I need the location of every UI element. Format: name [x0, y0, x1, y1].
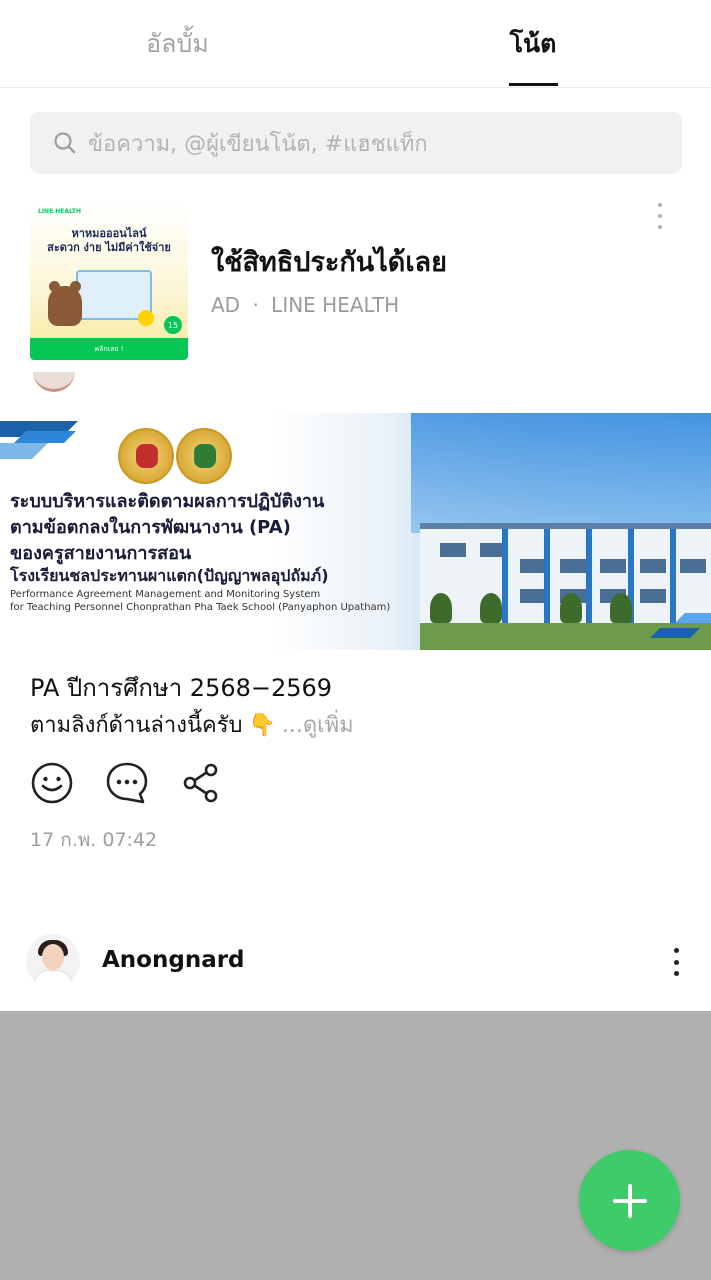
active-tab-indicator [509, 83, 558, 86]
ad-meta: AD · LINE HEALTH [211, 293, 399, 317]
ad-thumb-brand: LINE HEALTH [38, 208, 81, 215]
banner-title-line-2: ตามข้อตกลงในการพัฒนางาน (PA) [10, 517, 291, 538]
school-emblem-icon [176, 428, 232, 484]
post-text-line-2: ตามลิงก์ด้านล่างนี้ครับ 👇 ...ดูเพิ่ม [30, 707, 354, 742]
ad-thumbnail[interactable]: LINE HEALTH หาหมอออนไลน์ สะดวก ง่าย ไม่ม… [30, 202, 188, 360]
smiley-icon [31, 762, 73, 804]
decor-stripe [14, 431, 76, 443]
pointing-down-emoji-icon: 👇 [248, 713, 276, 738]
more-vertical-icon[interactable] [648, 203, 672, 229]
tree [610, 593, 632, 623]
decor-stripe [0, 443, 48, 459]
ad-thumb-cta: คลิกเลย ! [30, 338, 188, 360]
avatar [33, 372, 75, 392]
banner-english-line-1: Performance Agreement Management and Mon… [10, 589, 321, 600]
tab-notes[interactable]: โน้ต [355, 0, 711, 88]
post-timestamp: 17 ก.พ. 07:42 [30, 829, 158, 851]
school-emblem-icon [118, 428, 174, 484]
post-banner-image[interactable]: ระบบบริหารและติดตามผลการปฏิบัติงาน ตามข้… [0, 413, 711, 650]
tab-notes-label: โน้ต [509, 29, 557, 58]
banner-english-line-2: for Teaching Personnel Chonprathan Pha T… [10, 602, 391, 613]
sky-background [411, 413, 711, 533]
see-more-link[interactable]: ...ดูเพิ่ม [282, 713, 354, 738]
author-name[interactable]: Anongnard [102, 947, 245, 973]
react-button[interactable] [30, 761, 74, 805]
ad-sponsor: LINE HEALTH [271, 293, 400, 317]
more-vertical-icon[interactable] [666, 948, 686, 976]
comment-button[interactable] [105, 761, 149, 805]
ad-title[interactable]: ใช้สิทธิประกันได้เลย [211, 240, 447, 283]
banner-school-name: โรงเรียนชลประทานผาแตก(ปัญญาพลอุปถัมภ์) [10, 566, 329, 585]
create-post-button[interactable] [579, 1150, 680, 1251]
avatar[interactable] [26, 934, 80, 988]
comment-icon [106, 762, 148, 804]
ad-thumb-badge: 15 [164, 316, 182, 334]
tab-bar: อัลบั้ม โน้ต [0, 0, 711, 88]
banner-title-line-1: ระบบบริหารและติดตามผลการปฏิบัติงาน [10, 491, 325, 512]
tree [560, 593, 582, 623]
post-text: ตามลิงก์ด้านล่างนี้ครับ [30, 713, 243, 738]
search-input[interactable]: ข้อความ, @ผู้เขียนโน้ต, #แฮชแท็ก [30, 112, 682, 174]
tree [480, 593, 502, 623]
search-placeholder: ข้อความ, @ผู้เขียนโน้ต, #แฮชแท็ก [88, 131, 428, 157]
banner-title-line-3: ของครูสายงานการสอน [10, 543, 192, 564]
plus-icon [627, 1183, 632, 1218]
tab-album-label: อัลบั้ม [146, 29, 209, 58]
ad-label: AD [211, 293, 241, 317]
chick-character-icon [138, 310, 154, 326]
post-text-line-1: PA ปีการศึกษา 2568−2569 [30, 674, 333, 702]
tab-album[interactable]: อัลบั้ม [0, 0, 355, 88]
search-icon [54, 132, 76, 154]
tree [430, 593, 452, 623]
ad-thumb-subheadline: สะดวก ง่าย ไม่มีค่าใช้จ่าย [47, 241, 171, 254]
ad-separator: · [252, 293, 259, 317]
share-button[interactable] [180, 761, 224, 805]
share-icon [183, 763, 218, 803]
bear-character-icon [48, 281, 82, 326]
